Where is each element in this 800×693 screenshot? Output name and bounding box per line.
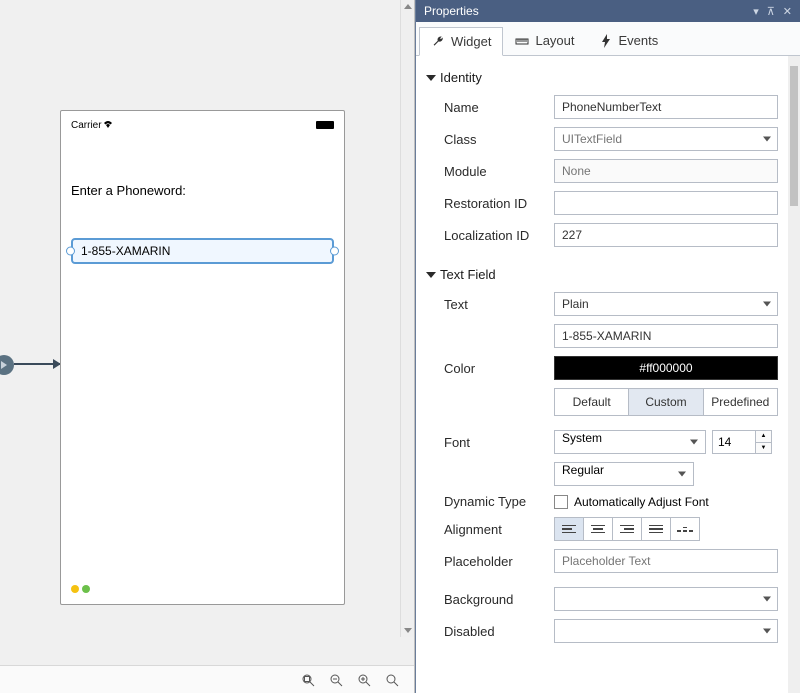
- zoom-actual-button[interactable]: [384, 672, 400, 688]
- section-identity-header[interactable]: Identity: [422, 64, 796, 91]
- font-label: Font: [444, 435, 546, 450]
- selection-handle-left[interactable]: [66, 247, 75, 256]
- status-bar: Carrier: [71, 117, 334, 133]
- alignment-segmented: [554, 517, 700, 541]
- zoom-in-button[interactable]: [356, 672, 372, 688]
- tab-bar: Widget Layout Events: [416, 22, 800, 56]
- battery-icon: [316, 121, 334, 129]
- phone-prompt-label[interactable]: Enter a Phoneword:: [71, 183, 334, 198]
- color-label: Color: [444, 361, 546, 376]
- carrier-label: Carrier: [71, 120, 102, 131]
- align-left-button[interactable]: [554, 517, 584, 541]
- zoom-out-button[interactable]: [328, 672, 344, 688]
- phone-footer: [71, 580, 334, 598]
- font-size-stepper: ▲ ▼: [756, 430, 772, 454]
- warning-dot-icon: [71, 585, 79, 593]
- ok-dot-icon: [82, 585, 90, 593]
- section-textfield-title: Text Field: [440, 267, 496, 282]
- color-mode-default[interactable]: Default: [554, 388, 629, 416]
- zoom-toolbar: [0, 665, 414, 693]
- dynamic-type-label: Dynamic Type: [444, 494, 546, 509]
- font-size-up[interactable]: ▲: [756, 431, 771, 443]
- chevron-down-icon: [426, 75, 436, 81]
- segue-arrow: [14, 363, 60, 365]
- text-type-select[interactable]: [554, 292, 778, 316]
- panel-scrollbar-thumb[interactable]: [790, 66, 798, 206]
- align-right-button[interactable]: [612, 517, 642, 541]
- dynamic-type-checkbox-label: Automatically Adjust Font: [574, 495, 709, 509]
- phone-mockup[interactable]: Carrier Enter a Phoneword:: [60, 110, 345, 605]
- font-style-select[interactable]: Regular: [554, 462, 694, 486]
- panel-body[interactable]: Identity Name Class Module Restoration I…: [416, 56, 800, 693]
- font-style-value: Regular: [562, 463, 604, 477]
- placeholder-label: Placeholder: [444, 554, 546, 569]
- selection-handle-right[interactable]: [330, 247, 339, 256]
- wifi-icon: [102, 120, 114, 131]
- alignment-label: Alignment: [444, 522, 546, 537]
- properties-panel: Properties ▾ ⊼ ✕ Widget Layout Events: [415, 0, 800, 693]
- wrench-icon: [431, 35, 445, 49]
- module-label: Module: [444, 164, 546, 179]
- phone-textfield-selection[interactable]: [71, 238, 334, 264]
- tab-events[interactable]: Events: [587, 26, 671, 55]
- phone-textfield[interactable]: [71, 238, 334, 264]
- tab-layout-label: Layout: [535, 33, 574, 48]
- panel-close-icon[interactable]: ✕: [783, 5, 792, 18]
- font-family-value: System: [562, 431, 602, 445]
- localization-id-label: Localization ID: [444, 228, 546, 243]
- panel-pin-icon[interactable]: ⊼: [767, 5, 775, 18]
- disabled-label: Disabled: [444, 624, 546, 639]
- restoration-id-label: Restoration ID: [444, 196, 546, 211]
- section-identity-title: Identity: [440, 70, 482, 85]
- text-value-input[interactable]: [554, 324, 778, 348]
- dynamic-type-checkbox[interactable]: [554, 495, 568, 509]
- chevron-down-icon: [426, 272, 436, 278]
- localization-id-input[interactable]: [554, 223, 778, 247]
- design-surface[interactable]: Carrier Enter a Phoneword:: [0, 0, 415, 693]
- design-canvas[interactable]: Carrier Enter a Phoneword:: [0, 0, 414, 665]
- background-label: Background: [444, 592, 546, 607]
- class-input[interactable]: [554, 127, 778, 151]
- placeholder-input[interactable]: [554, 549, 778, 573]
- restoration-id-input[interactable]: [554, 191, 778, 215]
- section-textfield-header[interactable]: Text Field: [422, 261, 796, 288]
- designer-scrollbar[interactable]: [400, 0, 414, 637]
- text-label: Text: [444, 297, 546, 312]
- tab-events-label: Events: [619, 33, 659, 48]
- align-justify-button[interactable]: [641, 517, 671, 541]
- ruler-icon: [515, 34, 529, 48]
- name-input[interactable]: [554, 95, 778, 119]
- color-value: #ff000000: [639, 361, 692, 375]
- panel-menu-icon[interactable]: ▾: [753, 5, 759, 18]
- tab-widget-label: Widget: [451, 34, 491, 49]
- align-center-button[interactable]: [583, 517, 613, 541]
- panel-titlebar[interactable]: Properties ▾ ⊼ ✕: [416, 0, 800, 22]
- tab-layout[interactable]: Layout: [503, 26, 586, 55]
- color-mode-custom[interactable]: Custom: [628, 388, 703, 416]
- lightning-icon: [599, 34, 613, 48]
- color-mode-predefined[interactable]: Predefined: [703, 388, 778, 416]
- font-size-down[interactable]: ▼: [756, 443, 771, 454]
- panel-scrollbar[interactable]: [788, 56, 800, 693]
- tab-widget[interactable]: Widget: [419, 27, 503, 56]
- disabled-select[interactable]: [554, 619, 778, 643]
- color-mode-segmented: Default Custom Predefined: [554, 388, 778, 416]
- segue-handle[interactable]: [0, 355, 14, 375]
- align-natural-button[interactable]: [670, 517, 700, 541]
- background-select[interactable]: [554, 587, 778, 611]
- zoom-fit-button[interactable]: [300, 672, 316, 688]
- name-label: Name: [444, 100, 546, 115]
- font-size-input[interactable]: [712, 430, 756, 454]
- font-family-select[interactable]: System: [554, 430, 706, 454]
- color-swatch[interactable]: #ff000000: [554, 356, 778, 380]
- panel-title-label: Properties: [424, 4, 479, 18]
- module-input[interactable]: [554, 159, 778, 183]
- class-label: Class: [444, 132, 546, 147]
